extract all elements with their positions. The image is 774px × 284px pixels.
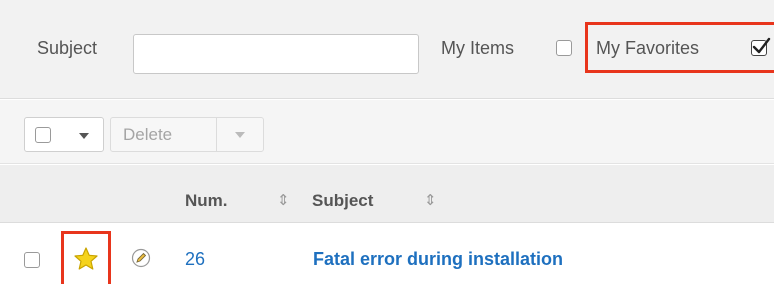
row-checkbox[interactable] xyxy=(24,252,40,268)
delete-label: Delete xyxy=(123,125,173,144)
subject-filter-label: Subject xyxy=(37,38,98,58)
row-subject-link[interactable]: Fatal error during installation xyxy=(313,249,563,270)
pencil-icon[interactable] xyxy=(131,248,151,273)
checkmark-icon xyxy=(752,37,771,54)
my-items-checkbox[interactable] xyxy=(556,40,572,56)
column-header-subject[interactable]: Subject xyxy=(312,191,373,211)
star-icon[interactable] xyxy=(73,246,99,277)
my-items-label: My Items xyxy=(441,38,515,58)
my-favorites-label: My Favorites xyxy=(596,38,700,58)
delete-button[interactable]: Delete xyxy=(110,117,264,152)
delete-separator xyxy=(216,118,217,151)
sort-icon[interactable]: ⇕ xyxy=(424,191,437,209)
chevron-down-icon xyxy=(79,133,89,139)
sort-icon[interactable]: ⇕ xyxy=(277,191,290,209)
table-header xyxy=(0,165,774,223)
chevron-down-icon[interactable] xyxy=(235,132,245,138)
select-all-checkbox[interactable] xyxy=(35,127,51,143)
mass-select-dropdown[interactable] xyxy=(24,117,104,152)
row-number-link[interactable]: 26 xyxy=(185,249,205,270)
subject-filter-input[interactable] xyxy=(133,34,419,74)
column-header-num[interactable]: Num. xyxy=(185,191,228,211)
my-favorites-checkbox[interactable] xyxy=(751,37,771,56)
